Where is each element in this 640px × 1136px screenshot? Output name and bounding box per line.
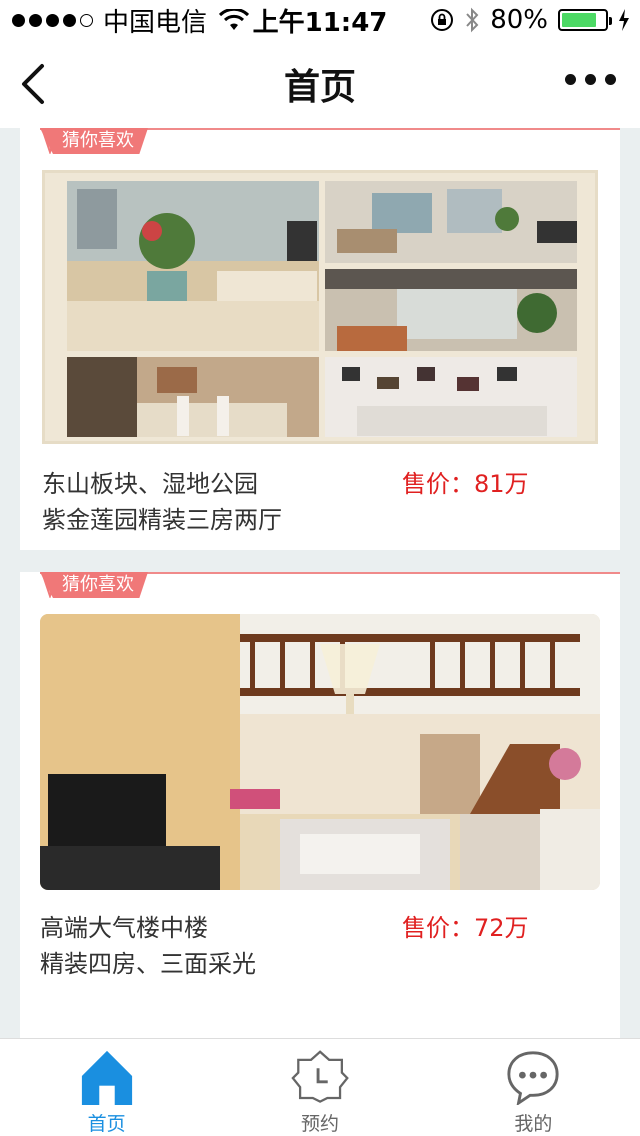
listing-title-line1[interactable]: 东山板块、湿地公园 [42,464,258,499]
page-title: 首页 [283,67,356,108]
tab-home[interactable]: 首页 [0,1039,213,1136]
clock-badge-icon [291,1050,349,1103]
interior-living-room-image [40,614,600,890]
recommend-tag: 猜你喜欢 [40,128,148,154]
chat-bubble-icon [507,1051,559,1105]
battery-level [562,13,596,27]
carrier-name: 中国电信 [103,7,208,38]
listing-title-line1[interactable]: 高端大气楼中楼 [40,908,208,943]
listing-card[interactable]: 猜你喜欢 [20,572,620,1038]
listing-card[interactable]: 猜你喜欢 [20,128,620,550]
listing-price: 售价：72万 [402,914,529,942]
charging-icon [619,9,629,31]
tab-label: 首页 [87,1113,126,1135]
home-icon [81,1050,132,1105]
recommend-tag: 猜你喜欢 [40,572,148,598]
back-arrow-icon[interactable] [14,60,54,108]
listing-photo[interactable] [42,170,598,444]
listing-price: 售价：81万 [402,470,529,498]
tab-appointment[interactable]: 预约 [213,1039,426,1136]
status-bar: 中国电信 上午11:47 80% [0,0,640,40]
bluetooth-icon [466,7,479,33]
battery-icon [558,9,612,31]
orientation-lock-icon [431,9,454,31]
wifi-icon [219,9,250,30]
bottom-tab-bar: 首页 预约 我的 [0,1038,640,1136]
battery-percent: 80% [490,5,548,35]
listing-feed[interactable]: 猜你喜欢 东山板块、湿地公园 售价：81万 紫金莲园精装三房两厅 猜你喜欢 高端… [0,128,640,1038]
interior-collage-image [67,181,577,437]
tab-profile[interactable]: 我的 [427,1039,640,1136]
listing-photo[interactable] [40,614,600,890]
tab-label: 我的 [514,1113,553,1135]
navigation-bar: 首页 [0,40,640,128]
signal-strength-icon [12,13,93,27]
listing-title-line2[interactable]: 紫金莲园精装三房两厅 [42,500,282,535]
tab-label: 预约 [300,1113,339,1135]
more-options-icon[interactable] [565,74,616,85]
listing-title-line2[interactable]: 精装四房、三面采光 [40,944,256,979]
